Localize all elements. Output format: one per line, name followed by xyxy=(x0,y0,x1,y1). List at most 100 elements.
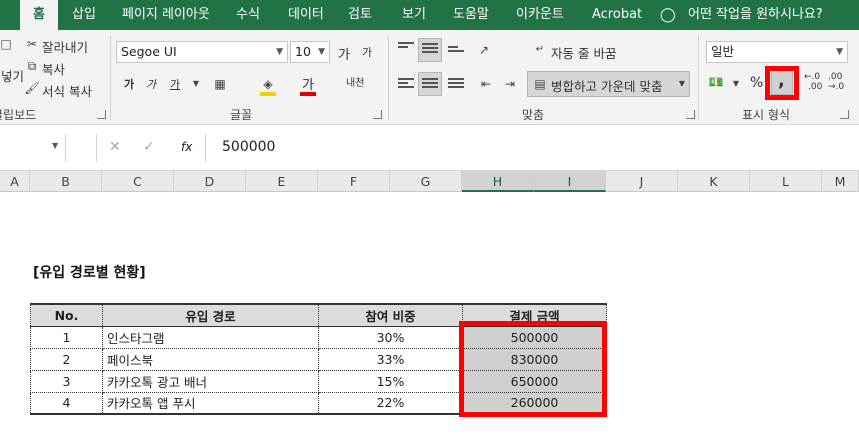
border-icon[interactable]: ▦ xyxy=(210,74,230,94)
enter-icon[interactable]: ✓ xyxy=(143,139,155,155)
tab-acrobat[interactable]: Acrobat xyxy=(592,0,642,30)
chevron-down-icon[interactable]: ▼ xyxy=(186,74,206,94)
chevron-down-icon[interactable]: ▼ xyxy=(52,141,58,150)
tab-help[interactable]: 도움말 xyxy=(453,0,489,30)
column-header[interactable]: L xyxy=(750,171,822,192)
header-channel[interactable]: 유입 경로 xyxy=(102,303,319,327)
phonetic-button[interactable]: 내천 xyxy=(346,74,364,89)
align-top-icon[interactable] xyxy=(398,42,414,56)
copy-button[interactable]: 복사 xyxy=(42,59,65,78)
column-header[interactable]: A xyxy=(0,171,30,192)
tab-review[interactable]: 검토 xyxy=(348,0,372,30)
copy-icon[interactable]: ⧉ xyxy=(22,56,42,76)
cell-share[interactable]: 15% xyxy=(318,369,463,393)
clipboard-dialog-launcher[interactable] xyxy=(97,110,106,119)
cell-share[interactable]: 30% xyxy=(318,325,463,349)
cell-channel[interactable]: 인스타그램 xyxy=(102,325,319,349)
align-bottom-icon[interactable] xyxy=(448,46,464,60)
chevron-down-icon[interactable]: ▼ xyxy=(672,74,692,94)
name-box[interactable]: ▼ xyxy=(0,134,66,162)
format-painter-icon[interactable]: 🖌 xyxy=(22,78,42,98)
cell-share[interactable]: 33% xyxy=(318,347,463,371)
tab-insert[interactable]: 삽입 xyxy=(72,0,96,30)
cell-share[interactable]: 22% xyxy=(318,391,463,415)
currency-icon[interactable]: 💵 xyxy=(706,72,726,92)
ribbon: 붙여넣기 □ ✂ 잘라내기 ⧉ 복사 🖌 서식 복사 클립보드 Segoe UI… xyxy=(0,30,859,125)
orientation-icon[interactable]: ↗ xyxy=(474,40,494,60)
tab-ecount[interactable]: 이카운트 xyxy=(516,0,564,30)
cell-channel[interactable]: 카카오톡 앱 푸시 xyxy=(102,391,319,415)
tab-view[interactable]: 보기 xyxy=(402,0,426,30)
header-no[interactable]: No. xyxy=(30,303,103,327)
amount-range-highlight xyxy=(459,321,607,417)
chevron-down-icon[interactable]: ▼ xyxy=(726,74,746,94)
formula-input[interactable]: 500000 xyxy=(222,139,275,155)
paste-button-label[interactable]: 붙여넣기 xyxy=(0,66,24,85)
increase-decimal-top[interactable]: ←.0 xyxy=(804,72,820,82)
merge-center-label: 병합하고 가운데 맞춤 xyxy=(551,79,663,94)
decrease-decimal-bottom[interactable]: →.0 xyxy=(828,82,844,92)
column-header[interactable]: D xyxy=(174,171,246,192)
underline-button[interactable]: 가 xyxy=(170,76,180,92)
fill-color-icon[interactable]: ◈ xyxy=(258,74,278,94)
header-share[interactable]: 참여 비중 xyxy=(318,303,463,327)
group-separator xyxy=(388,36,389,120)
font-size-combo[interactable]: 10 ▼ xyxy=(290,41,330,63)
group-label-alignment: 맞춤 xyxy=(522,108,545,122)
cut-button[interactable]: 잘라내기 xyxy=(42,37,88,56)
column-header[interactable]: G xyxy=(390,171,462,192)
number-format-combo[interactable]: 일반 ▼ xyxy=(706,41,848,63)
column-header[interactable]: B xyxy=(30,171,102,192)
font-color-button[interactable]: 가 xyxy=(302,74,314,93)
column-header[interactable]: M xyxy=(822,171,859,192)
italic-button[interactable]: 가 xyxy=(146,76,156,92)
wrap-text-button[interactable]: 자동 줄 바꿈 xyxy=(551,43,616,62)
decrease-indent-icon[interactable]: ⇤ xyxy=(476,74,496,94)
cell-no[interactable]: 3 xyxy=(30,369,103,393)
formula-bar: ▼ ✕ ✓ fx 500000 xyxy=(0,134,859,162)
format-painter-button[interactable]: 서식 복사 xyxy=(42,81,92,100)
align-left-icon[interactable] xyxy=(398,78,414,92)
column-header-selected[interactable]: H xyxy=(462,171,534,192)
align-right-icon[interactable] xyxy=(448,78,464,92)
column-header[interactable]: J xyxy=(606,171,678,192)
column-headers: A B C D E F G H I J K L M xyxy=(0,170,859,192)
column-header[interactable]: F xyxy=(318,171,390,192)
paste-icon[interactable]: □ xyxy=(0,34,16,54)
cell-no[interactable]: 4 xyxy=(30,391,103,415)
font-name-combo[interactable]: Segoe UI ▼ xyxy=(116,41,288,63)
font-dialog-launcher[interactable] xyxy=(373,110,382,119)
percent-style-button[interactable]: % xyxy=(750,75,763,91)
alignment-dialog-launcher[interactable] xyxy=(686,110,695,119)
tab-home[interactable]: 홈 xyxy=(20,0,58,30)
column-header[interactable]: K xyxy=(678,171,750,192)
chevron-down-icon: ▼ xyxy=(318,47,325,57)
cell-no[interactable]: 2 xyxy=(30,347,103,371)
number-dialog-launcher[interactable] xyxy=(840,110,849,119)
font-name-value: Segoe UI xyxy=(121,44,177,59)
insert-function-icon[interactable]: fx xyxy=(181,140,192,154)
tell-me-search[interactable]: 어떤 작업을 원하시나요? xyxy=(688,0,823,30)
shrink-font-button[interactable]: 가 xyxy=(362,44,372,60)
font-color-swatch xyxy=(300,92,316,96)
cell-no[interactable]: 1 xyxy=(30,325,103,349)
tab-formulas[interactable]: 수식 xyxy=(236,0,260,30)
increase-decimal-bottom[interactable]: .00 xyxy=(808,82,822,92)
bold-button[interactable]: 가 xyxy=(124,76,134,92)
grow-font-button[interactable]: 가 xyxy=(338,44,350,63)
wrap-text-icon[interactable]: ↵ xyxy=(530,40,550,60)
chevron-down-icon: ▼ xyxy=(836,47,843,57)
tab-data[interactable]: 데이터 xyxy=(288,0,324,30)
tab-page-layout[interactable]: 페이지 레이아웃 xyxy=(122,0,210,30)
scissors-icon[interactable]: ✂ xyxy=(22,34,42,54)
cell-channel[interactable]: 카카오톡 광고 배너 xyxy=(102,369,319,393)
decrease-decimal-top[interactable]: .00 xyxy=(828,72,842,82)
cell-channel[interactable]: 페이스북 xyxy=(102,347,319,371)
column-header-selected[interactable]: I xyxy=(534,171,606,192)
increase-indent-icon[interactable]: ⇥ xyxy=(500,74,520,94)
cancel-icon[interactable]: ✕ xyxy=(109,139,121,155)
formula-buttons: ✕ ✓ fx xyxy=(96,134,206,162)
column-header[interactable]: E xyxy=(246,171,318,192)
sheet-title[interactable]: [유입 경로별 현황] xyxy=(33,262,146,282)
column-header[interactable]: C xyxy=(102,171,174,192)
